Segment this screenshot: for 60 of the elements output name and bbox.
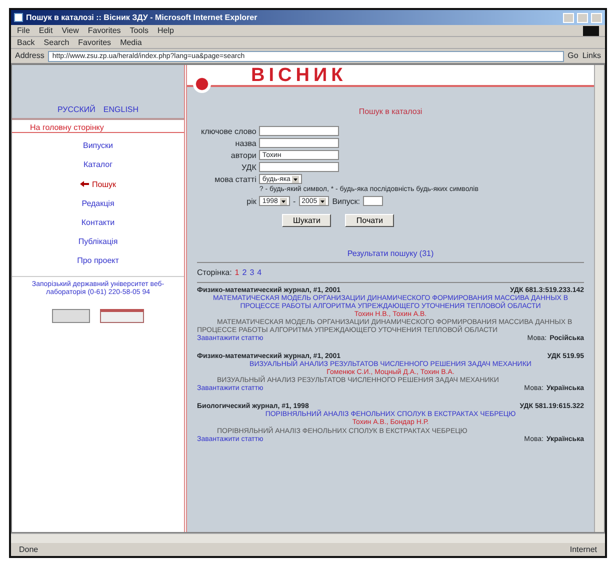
window-icon [14,13,23,22]
field-label: назва [234,138,256,148]
horizontal-scrollbar[interactable] [11,533,605,543]
menu-item[interactable]: View [62,26,79,36]
dropdown-icon[interactable] [292,176,300,183]
language-link[interactable]: ENGLISH [103,104,139,114]
nav-link[interactable]: Публікація [78,237,118,246]
menu-item[interactable]: File [17,26,30,36]
field-label: Випуск: [332,196,360,206]
issue-field[interactable] [362,196,383,206]
dropdown-icon[interactable] [280,198,287,205]
zone-text: Internet [570,544,597,554]
pages-label: Сторінка: [197,268,232,277]
rating-badge[interactable] [100,308,144,323]
arrow-icon [80,181,89,188]
range-dash: - [292,196,296,206]
nav-link[interactable]: Пошук [80,180,116,189]
home-link[interactable]: На головну сторінку [30,123,104,132]
nav-link[interactable]: Каталог [83,160,113,170]
nav-link[interactable]: Про проект [77,256,119,266]
input-field[interactable] [259,126,340,136]
ie-logo-icon [583,26,599,36]
toolbar-button[interactable]: Media [120,38,142,48]
search-heading: Пошук в каталозі [358,107,424,116]
field-label: мова статті [214,174,256,184]
status-text: Done [19,544,38,554]
toolbar-button[interactable]: Favorites [78,38,112,48]
toolbar-button[interactable]: Back [17,38,35,48]
page-link[interactable]: 3 [250,268,254,277]
field-label: УДК [240,162,256,172]
window-title: Пошук в каталозі :: Вісник ЗДУ - Microsoft Internet Explorer [26,12,258,22]
toolbar-button[interactable]: Search [44,38,70,48]
minimize-button[interactable] [563,12,574,22]
language-link[interactable]: РУССКИЙ [57,104,96,114]
site-title: ВІСНИК [250,66,347,85]
input-field[interactable] [259,138,340,148]
form-button[interactable]: Почати [345,214,394,228]
nav-link[interactable]: Редакція [82,198,114,208]
page-link[interactable]: 2 [242,268,247,277]
menu-item[interactable]: Help [157,26,174,36]
address-label: Address [15,51,44,61]
page-link[interactable]: 4 [257,268,262,277]
form-button[interactable]: Шукати [282,214,332,228]
nav-link[interactable]: Контакти [81,218,115,228]
field-label: рік [246,196,256,206]
menu-item[interactable]: Edit [38,26,53,36]
results-heading: Результати пошуку (31) [197,249,584,263]
go-button[interactable]: Go [568,51,578,61]
menu-item[interactable]: Favorites [88,26,121,36]
menu-item[interactable]: Tools [130,26,148,36]
vertical-scrollbar[interactable] [594,65,604,532]
dropdown-icon[interactable] [319,198,326,205]
logo-icon [193,75,211,93]
maximize-button[interactable] [577,12,588,22]
links-button[interactable]: Links [582,51,601,61]
field-label: ключове слово [201,126,256,136]
input-field[interactable] [259,162,340,172]
nav-link[interactable]: Випуски [82,141,113,150]
field-label: автори [230,150,256,160]
counter-badge[interactable] [52,308,90,323]
